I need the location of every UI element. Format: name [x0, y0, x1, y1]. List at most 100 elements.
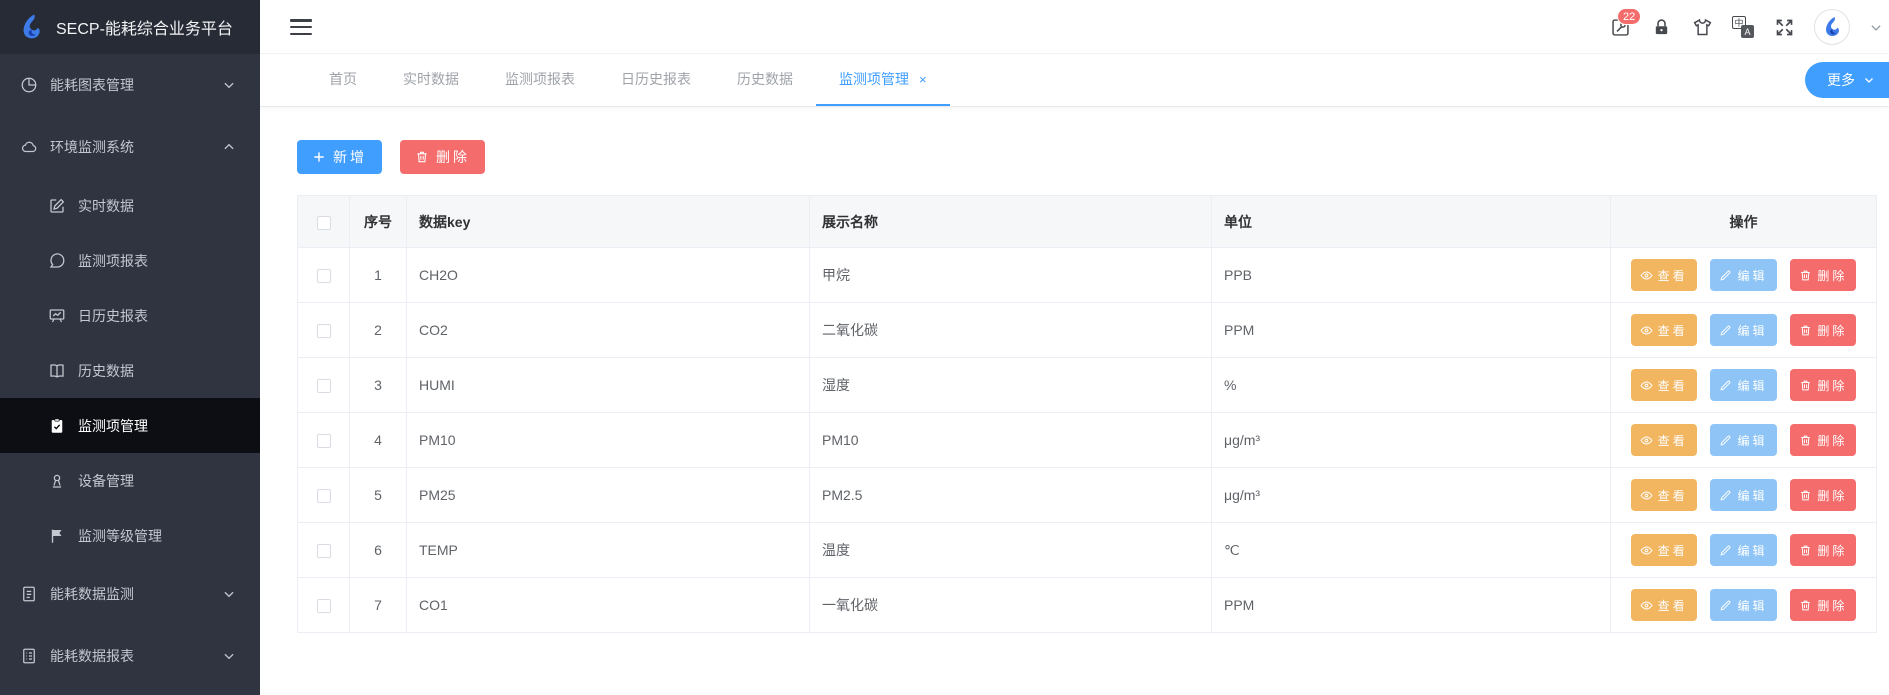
toolbar: 新增 删除	[297, 140, 1889, 174]
row-checkbox[interactable]	[317, 544, 331, 558]
sidebar-item-monitoring-report[interactable]: 监测项报表	[0, 233, 260, 288]
row-display-name: 湿度	[810, 358, 1212, 413]
row-checkbox[interactable]	[317, 269, 331, 283]
tab-daily-history-report[interactable]: 日历史报表	[598, 54, 714, 106]
row-actions: 查看 编辑 删除	[1611, 358, 1877, 413]
tab-bar: 首页 实时数据 监测项报表 日历史报表 历史数据 监测项管理 × 更多	[260, 54, 1889, 107]
row-checkbox[interactable]	[317, 324, 331, 338]
tab-monitoring-report[interactable]: 监测项报表	[482, 54, 598, 106]
chevron-down-icon	[1863, 74, 1875, 86]
edit-button[interactable]: 编辑	[1710, 259, 1776, 291]
tab-history-data[interactable]: 历史数据	[714, 54, 816, 106]
row-checkbox[interactable]	[317, 599, 331, 613]
sidebar-item-label: 设备管理	[78, 471, 134, 491]
sidebar-item-label: 监测项管理	[78, 416, 148, 436]
row-unit: PPM	[1212, 303, 1611, 358]
eye-icon	[1640, 544, 1653, 557]
tab-realtime-data[interactable]: 实时数据	[380, 54, 482, 106]
language-button[interactable]: 中A	[1732, 16, 1754, 38]
table-row: 6 TEMP 温度 ℃ 查看 编辑 删除	[298, 523, 1877, 578]
delete-row-button[interactable]: 删除	[1790, 534, 1856, 566]
user-avatar[interactable]	[1814, 9, 1850, 45]
sidebar-item-env-monitoring[interactable]: 环境监测系统	[0, 116, 260, 178]
sidebar-item-label: 日历史报表	[78, 306, 148, 326]
sidebar-item-energy-data-report[interactable]: 能耗数据报表	[0, 625, 260, 687]
select-all-checkbox[interactable]	[317, 216, 331, 230]
sidebar-item-monitoring-level-mgmt[interactable]: 监测等级管理	[0, 508, 260, 563]
row-actions: 查看 编辑 删除	[1611, 303, 1877, 358]
tab-close-icon[interactable]: ×	[919, 73, 927, 86]
sidebar-item-monitoring-item-mgmt[interactable]: 监测项管理	[0, 398, 260, 453]
tab-monitoring-item-mgmt[interactable]: 监测项管理 ×	[816, 54, 950, 106]
edit-button[interactable]: 编辑	[1710, 369, 1776, 401]
fullscreen-button[interactable]	[1773, 16, 1795, 38]
view-button[interactable]: 查看	[1631, 369, 1697, 401]
tshirt-icon	[1692, 17, 1713, 38]
add-button[interactable]: 新增	[297, 140, 382, 174]
batch-delete-button[interactable]: 删除	[400, 140, 485, 174]
delete-row-button[interactable]: 删除	[1790, 424, 1856, 456]
translate-icon: 中A	[1732, 16, 1754, 38]
edit-button[interactable]: 编辑	[1710, 534, 1776, 566]
clipboard-check-icon	[48, 417, 66, 435]
row-index: 2	[350, 303, 407, 358]
row-actions: 查看 编辑 删除	[1611, 523, 1877, 578]
flag-icon	[48, 527, 66, 545]
row-display-name: PM10	[810, 413, 1212, 468]
chevron-up-icon	[222, 140, 236, 154]
pencil-icon	[1719, 434, 1732, 447]
user-menu-chevron[interactable]	[1869, 16, 1883, 38]
edit-button[interactable]: 编辑	[1710, 479, 1776, 511]
sidebar-item-daily-history-report[interactable]: 日历史报表	[0, 288, 260, 343]
hamburger-menu-icon[interactable]	[290, 16, 312, 38]
delete-row-button[interactable]: 删除	[1790, 589, 1856, 621]
row-data-key: CH2O	[407, 248, 810, 303]
row-checkbox[interactable]	[317, 434, 331, 448]
plus-icon	[312, 150, 326, 164]
edit-button[interactable]: 编辑	[1710, 424, 1776, 456]
cloud-icon	[20, 138, 38, 156]
sidebar-item-energy-chart-mgmt[interactable]: 能耗图表管理	[0, 54, 260, 116]
row-checkbox[interactable]	[317, 489, 331, 503]
column-header-unit: 单位	[1212, 196, 1611, 248]
view-button[interactable]: 查看	[1631, 424, 1697, 456]
page-content: 新增 删除 序号 数据key 展示名称	[260, 107, 1889, 633]
theme-button[interactable]	[1691, 16, 1713, 38]
row-index: 4	[350, 413, 407, 468]
edit-button[interactable]: 编辑	[1710, 314, 1776, 346]
edit-square-icon	[48, 197, 66, 215]
table-row: 4 PM10 PM10 μg/m³ 查看 编辑 删除	[298, 413, 1877, 468]
trash-icon	[1799, 544, 1812, 557]
delete-row-button[interactable]: 删除	[1790, 479, 1856, 511]
sidebar-item-history-data[interactable]: 历史数据	[0, 343, 260, 398]
sidebar-item-energy-data-monitoring[interactable]: 能耗数据监测	[0, 563, 260, 625]
delete-row-button[interactable]: 删除	[1790, 369, 1856, 401]
eye-icon	[1640, 434, 1653, 447]
fullscreen-icon	[1774, 17, 1795, 38]
row-unit: %	[1212, 358, 1611, 413]
view-button[interactable]: 查看	[1631, 259, 1697, 291]
view-button[interactable]: 查看	[1631, 534, 1697, 566]
row-checkbox[interactable]	[317, 379, 331, 393]
table-body: 1 CH2O 甲烷 PPB 查看 编辑 删除 2 CO2 二氧化碳 PPM	[298, 248, 1877, 633]
comment-icon	[48, 252, 66, 270]
tab-home[interactable]: 首页	[306, 54, 380, 106]
delete-row-button[interactable]: 删除	[1790, 259, 1856, 291]
tools-button[interactable]: 22	[1609, 16, 1631, 38]
column-header-actions: 操作	[1611, 196, 1877, 248]
view-button[interactable]: 查看	[1631, 479, 1697, 511]
view-button[interactable]: 查看	[1631, 589, 1697, 621]
sidebar-item-realtime-data[interactable]: 实时数据	[0, 178, 260, 233]
lock-button[interactable]	[1650, 16, 1672, 38]
sidebar-item-device-mgmt[interactable]: 设备管理	[0, 453, 260, 508]
edit-button[interactable]: 编辑	[1710, 589, 1776, 621]
table-row: 7 CO1 一氧化碳 PPM 查看 编辑 删除	[298, 578, 1877, 633]
eye-icon	[1640, 324, 1653, 337]
row-display-name: 甲烷	[810, 248, 1212, 303]
view-button[interactable]: 查看	[1631, 314, 1697, 346]
more-button[interactable]: 更多	[1805, 62, 1889, 98]
main-area: 22	[260, 0, 1889, 695]
row-unit: μg/m³	[1212, 413, 1611, 468]
sidebar-item-label: 监测等级管理	[78, 526, 162, 546]
delete-row-button[interactable]: 删除	[1790, 314, 1856, 346]
